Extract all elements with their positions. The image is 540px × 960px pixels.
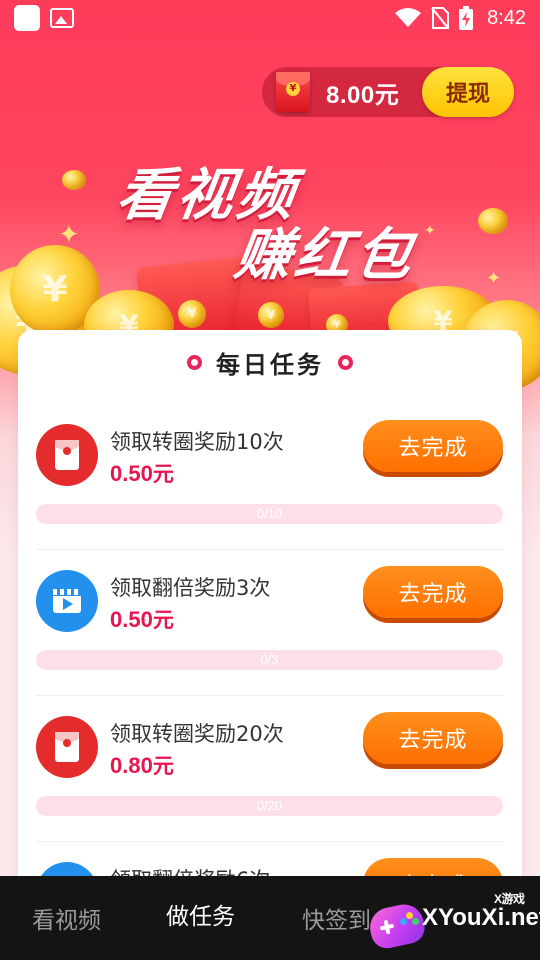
battery-charging-icon — [459, 6, 474, 30]
task-reward: 0.50元 — [110, 461, 174, 486]
task-name: 领取转圈奖励10次 — [110, 430, 284, 454]
divider — [36, 695, 503, 696]
sparkle-icon: ✦ — [58, 220, 80, 250]
video-icon — [36, 570, 98, 632]
app-notification-icon — [14, 5, 40, 31]
task-row: 领取转圈奖励20次 0.80元 去完成 0/20 — [18, 704, 522, 850]
task-progress-bar: 0/3 — [36, 650, 503, 670]
go-complete-button[interactable]: 去完成 — [363, 566, 503, 618]
coin-decor — [478, 208, 508, 234]
sparkle-icon: ✦ — [486, 268, 502, 289]
red-envelope-icon — [276, 72, 310, 112]
nav-tab-sign-in[interactable]: 快签到 — [302, 876, 371, 960]
nav-tab-do-tasks[interactable]: 做任务 — [166, 872, 235, 956]
progress-text: 0/20 — [256, 798, 283, 813]
card-header: 每日任务 — [18, 346, 522, 379]
coin-decor — [62, 170, 86, 190]
wifi-icon — [395, 8, 422, 27]
daily-tasks-card: 每日任务 领取转圈奖励10次 0.50元 去完成 0/10 领取翻倍奖励3次 0… — [18, 330, 522, 960]
task-reward: 0.50元 — [110, 607, 174, 632]
image-icon — [50, 8, 74, 28]
sparkle-icon: ✦ — [424, 223, 436, 239]
withdraw-button[interactable]: 提现 — [422, 67, 514, 117]
task-row: 领取翻倍奖励3次 0.50元 去完成 0/3 — [18, 558, 522, 704]
card-title: 每日任务 — [216, 350, 324, 379]
task-progress-bar: 0/20 — [36, 796, 503, 816]
progress-text: 0/10 — [256, 506, 283, 521]
nav-tab-watch-video[interactable]: 看视频 — [32, 876, 101, 960]
task-row: 领取转圈奖励10次 0.50元 去完成 0/10 — [18, 412, 522, 558]
no-sim-icon — [431, 7, 450, 29]
red-envelope-icon — [36, 716, 98, 778]
task-reward: 0.80元 — [110, 753, 174, 778]
balance-pill: 8.00元 提现 — [262, 67, 514, 117]
watermark-text: XYouXi.net — [422, 904, 540, 931]
red-envelope-icon — [36, 424, 98, 486]
divider — [36, 549, 503, 550]
task-name: 领取翻倍奖励3次 — [110, 576, 271, 600]
balance-amount: 8.00元 — [326, 81, 400, 109]
slogan-line-2: 赚红包 — [230, 223, 420, 288]
coin-decor — [258, 302, 284, 328]
status-bar: 8:42 — [0, 0, 540, 36]
title-dot-icon — [338, 354, 353, 370]
go-complete-button[interactable]: 去完成 — [363, 712, 503, 764]
go-complete-button[interactable]: 去完成 — [363, 420, 503, 472]
clock-time: 8:42 — [487, 6, 526, 29]
coin-decor — [178, 300, 206, 328]
title-dot-icon — [187, 354, 202, 370]
task-name: 领取转圈奖励20次 — [110, 722, 284, 746]
divider — [36, 841, 503, 842]
site-watermark: X游戏 XYouXi.net — [366, 888, 540, 952]
progress-text: 0/3 — [260, 652, 279, 667]
task-progress-bar: 0/10 — [36, 504, 503, 524]
